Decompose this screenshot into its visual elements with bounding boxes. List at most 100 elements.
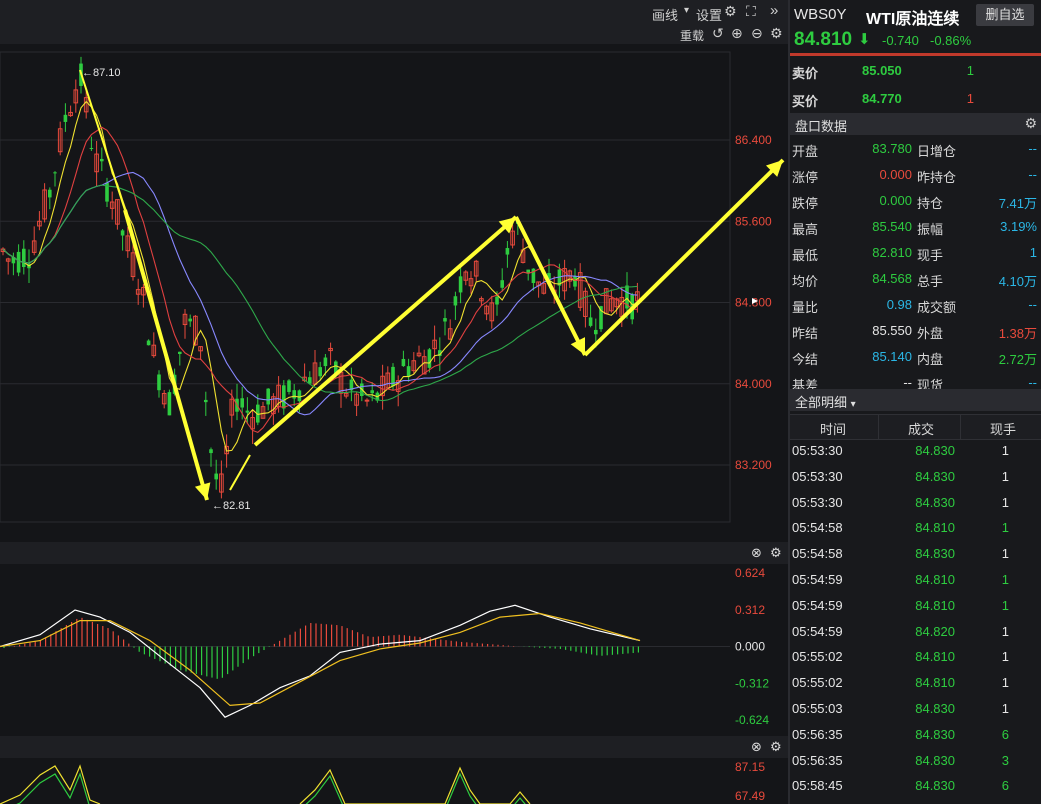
- candle-body: [588, 317, 593, 326]
- quote-header: WBS0Y WTI原油连续 删自选 84.810 ⬇ -0.740 -0.86%: [790, 0, 1041, 56]
- trade-price: 84.830: [915, 752, 955, 768]
- market-data-value: 82.810: [872, 245, 912, 260]
- market-data-value: 85.540: [872, 219, 912, 234]
- market-data-label: 总手: [917, 274, 944, 289]
- kdj-gear-icon[interactable]: ⚙: [770, 739, 782, 754]
- trade-qty: 6: [1001, 778, 1009, 794]
- trade-price: 84.830: [915, 701, 955, 716]
- candle-body: [240, 398, 244, 408]
- market-data-label: 涨停: [792, 170, 819, 185]
- macd-close-icon[interactable]: ⊗: [751, 545, 762, 560]
- trade-qty: 6: [1001, 726, 1009, 742]
- candle-body: [209, 449, 213, 454]
- candle-body: [500, 280, 504, 288]
- trade-qty: 1: [1001, 520, 1009, 536]
- candle-body: [292, 390, 296, 399]
- candle-body: [282, 385, 286, 409]
- macd-axis: 0.624 0.312 0.000 -0.312 -0.624: [735, 566, 769, 727]
- trade-time: 05:54:59: [792, 572, 843, 587]
- candle-body: [495, 296, 499, 305]
- kline-chart[interactable]: ←87.10 ←82.81 86.40085.60084.80084.00083…: [0, 0, 788, 804]
- trade-time: 05:56:35: [792, 726, 843, 742]
- market-data-value: --: [903, 375, 912, 390]
- trade-qty: 1: [1001, 675, 1009, 691]
- trades-title[interactable]: 全部明细 ▾: [795, 392, 856, 411]
- buy-price-row: 买价 84.770 1: [790, 86, 1041, 112]
- price-tick-label: 84.000: [735, 377, 772, 391]
- price-change-percent: -0.86%: [930, 33, 972, 48]
- trades-header[interactable]: 全部明细 ▾: [790, 389, 1041, 411]
- candle-body: [178, 351, 182, 355]
- price-grid: [0, 139, 730, 466]
- market-data-header: 盘口数据 ⚙: [790, 113, 1041, 135]
- candle-body: [318, 367, 322, 377]
- macd-tick-label: 0.000: [735, 640, 765, 654]
- trade-price: 84.810: [915, 597, 955, 613]
- market-data-label: 成交额: [917, 300, 957, 315]
- main-chart-frame: [0, 51, 731, 523]
- candle-body: [505, 248, 510, 255]
- sell-price: 85.050: [862, 63, 902, 78]
- macd-gear-icon[interactable]: ⚙: [770, 545, 782, 560]
- trade-price: 84.820: [915, 623, 955, 639]
- col-divider: [960, 415, 961, 439]
- market-data-label: 持仓: [917, 196, 944, 211]
- trade-price: 84.830: [915, 468, 955, 484]
- trade-price: 84.810: [915, 675, 955, 691]
- trades-dropdown-icon[interactable]: ▾: [851, 399, 856, 410]
- sell-qty: 1: [966, 63, 974, 78]
- market-data-title: 盘口数据: [795, 119, 848, 134]
- market-data-value: 0.000: [879, 193, 912, 208]
- candle-body: [297, 390, 302, 402]
- trade-time: 05:54:59: [792, 597, 843, 613]
- table-row: 05:55:02 84.810 1: [790, 649, 1041, 674]
- market-data-gear-icon[interactable]: ⚙: [1024, 115, 1037, 132]
- last-price: 84.810: [794, 29, 853, 50]
- candle-body: [214, 473, 218, 480]
- macd-line: [0, 604, 641, 718]
- macd-tick-label: 0.624: [735, 566, 765, 580]
- table-row: 05:56:35 84.830 3: [790, 753, 1041, 778]
- trade-time: 05:53:30: [792, 443, 843, 458]
- remove-favorite-button[interactable]: 删自选: [976, 4, 1034, 26]
- trade-qty: 1: [1001, 597, 1009, 613]
- market-data-value: --: [1028, 297, 1037, 312]
- trade-qty: 3: [1001, 752, 1009, 768]
- candle-body: [594, 329, 598, 335]
- candle-body: [204, 399, 208, 403]
- candle-body: [22, 248, 26, 268]
- market-data-value: 0.000: [879, 167, 912, 182]
- high-annotation-label: ←87.10: [82, 67, 121, 79]
- symbol-name: WTI原油连续: [866, 11, 960, 28]
- table-row: 05:55:02 84.810 1: [790, 675, 1041, 700]
- trend-arrow-line: [253, 215, 518, 447]
- trade-time: 05:56:35: [792, 752, 843, 768]
- trade-price: 84.830: [915, 443, 955, 458]
- chart-area[interactable]: 画线 ▾ 设置 ⚙ ⛶ » 重载 ↺ ⊕ ⊖ ⚙ ←87.10 ←82.81 8…: [0, 0, 788, 804]
- candle-body: [323, 357, 328, 367]
- kdj-close-icon[interactable]: ⊗: [751, 739, 762, 754]
- candle-body: [458, 276, 463, 293]
- quote-panel: WBS0Y WTI原油连续 删自选 84.810 ⬇ -0.740 -0.86%…: [790, 0, 1041, 804]
- trade-qty: 1: [1001, 494, 1009, 510]
- table-row: 05:53:30 84.830 1: [790, 443, 1041, 468]
- trade-time: 05:54:59: [792, 623, 843, 639]
- trade-qty: 1: [1001, 701, 1009, 716]
- trade-time: 05:55:03: [792, 701, 843, 716]
- trend-arrow-line: [123, 209, 209, 501]
- macd-chart: [0, 604, 730, 718]
- market-data-value: 85.550: [872, 323, 912, 338]
- price-tick-label: 85.600: [735, 214, 772, 228]
- price-tick-label: 83.200: [735, 458, 772, 472]
- candle-body: [16, 251, 21, 273]
- trade-time: 05:53:30: [792, 494, 843, 510]
- trade-time: 05:58:45: [792, 778, 843, 794]
- candle-body: [63, 114, 68, 122]
- trade-time: 05:55:02: [792, 649, 843, 665]
- trade-time: 05:55:02: [792, 675, 843, 691]
- trade-price: 84.830: [915, 726, 955, 742]
- table-row: 05:54:59 84.810 1: [790, 572, 1041, 597]
- sell-price-row: 卖价 85.050 1: [790, 58, 1041, 84]
- col-divider: [878, 415, 879, 439]
- trade-time: 05:54:58: [792, 520, 843, 536]
